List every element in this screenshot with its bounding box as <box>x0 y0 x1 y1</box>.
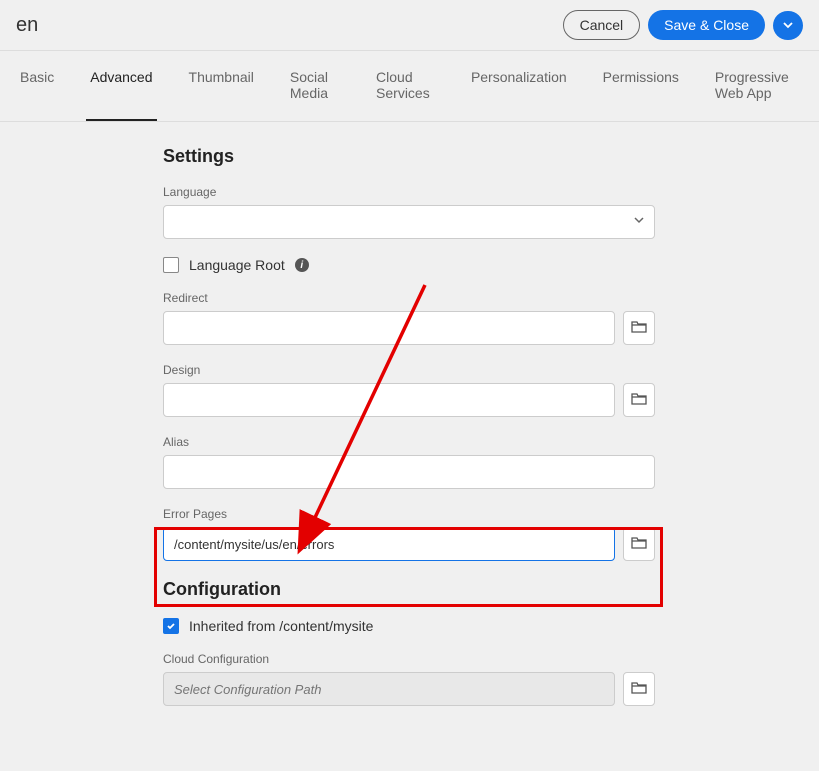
alias-label: Alias <box>163 435 819 449</box>
tab-permissions[interactable]: Permissions <box>599 51 683 121</box>
design-label: Design <box>163 363 819 377</box>
cloud-config-label: Cloud Configuration <box>163 652 819 666</box>
tab-advanced[interactable]: Advanced <box>86 51 156 121</box>
tab-social-media[interactable]: Social Media <box>286 51 344 121</box>
folder-icon <box>631 681 647 698</box>
language-label: Language <box>163 185 819 199</box>
header-actions: Cancel Save & Close <box>563 10 803 40</box>
language-root-label: Language Root <box>189 257 285 273</box>
error-pages-label: Error Pages <box>163 507 819 521</box>
folder-icon <box>631 536 647 553</box>
cloud-config-browse-button[interactable] <box>623 672 655 706</box>
tab-cloud-services[interactable]: Cloud Services <box>372 51 439 121</box>
error-pages-browse-button[interactable] <box>623 527 655 561</box>
cloud-config-input <box>163 672 615 706</box>
inherited-checkbox[interactable] <box>163 618 179 634</box>
tab-thumbnail[interactable]: Thumbnail <box>185 51 258 121</box>
cancel-button[interactable]: Cancel <box>563 10 641 40</box>
configuration-title: Configuration <box>163 579 819 600</box>
alias-input[interactable] <box>163 455 655 489</box>
info-icon[interactable]: i <box>295 258 309 272</box>
settings-title: Settings <box>163 146 819 167</box>
tab-progressive-web-app[interactable]: Progressive Web App <box>711 51 803 121</box>
content: Settings Language Language Root i Redire… <box>0 122 819 706</box>
save-more-button[interactable] <box>773 11 803 40</box>
error-pages-input[interactable] <box>163 527 615 561</box>
tab-basic[interactable]: Basic <box>16 51 58 121</box>
folder-icon <box>631 392 647 409</box>
design-browse-button[interactable] <box>623 383 655 417</box>
design-input[interactable] <box>163 383 615 417</box>
chevron-down-icon <box>783 18 793 33</box>
tabs: Basic Advanced Thumbnail Social Media Cl… <box>0 51 819 122</box>
folder-icon <box>631 320 647 337</box>
tab-personalization[interactable]: Personalization <box>467 51 571 121</box>
page-title: en <box>16 14 38 37</box>
redirect-label: Redirect <box>163 291 819 305</box>
language-select[interactable] <box>163 205 655 239</box>
language-root-checkbox[interactable] <box>163 257 179 273</box>
inherited-label: Inherited from /content/mysite <box>189 618 373 634</box>
redirect-browse-button[interactable] <box>623 311 655 345</box>
redirect-input[interactable] <box>163 311 615 345</box>
save-close-button[interactable]: Save & Close <box>648 10 765 40</box>
